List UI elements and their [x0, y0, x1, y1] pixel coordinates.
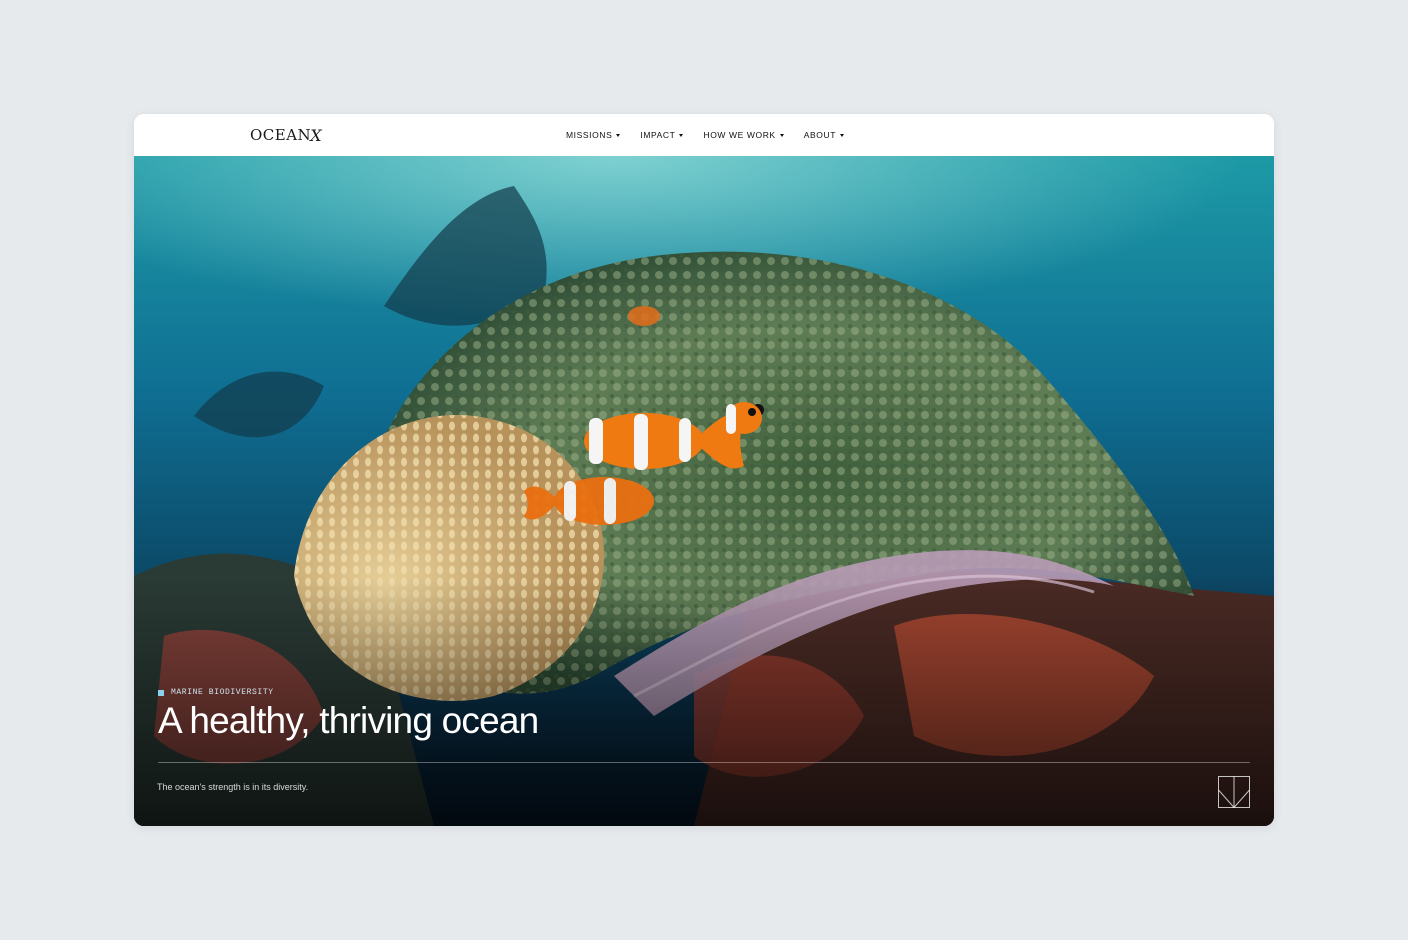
scroll-down-icon — [1218, 776, 1250, 808]
caret-down-icon — [779, 134, 784, 137]
nav-item-label: IMPACT — [640, 130, 676, 140]
nav-item-label: MISSIONS — [566, 130, 613, 140]
nav-item-how-we-work[interactable]: HOW WE WORK — [703, 130, 784, 140]
category-tag: MARINE BIODIVERSITY — [158, 688, 274, 697]
caret-down-icon — [616, 134, 621, 137]
nav-item-missions[interactable]: MISSIONS — [566, 130, 621, 140]
site-window: OCEAN X MISSIONS IMPACT HOW WE WORK ABOUT — [134, 114, 1274, 826]
nav-item-label: HOW WE WORK — [703, 130, 776, 140]
caret-down-icon — [679, 134, 684, 137]
hero-section: MARINE BIODIVERSITY A healthy, thriving … — [134, 156, 1274, 826]
logo-mark: X — [310, 125, 323, 145]
oceanx-logo[interactable]: OCEAN X — [250, 124, 322, 146]
nav-item-impact[interactable]: IMPACT — [640, 130, 684, 140]
page-background: OCEAN X MISSIONS IMPACT HOW WE WORK ABOUT — [0, 0, 1408, 940]
hero-subtitle: The ocean's strength is in its diversity… — [157, 782, 309, 792]
hero-divider — [158, 762, 1250, 763]
scroll-down-button[interactable] — [1218, 776, 1250, 808]
nav-item-about[interactable]: ABOUT — [804, 130, 844, 140]
hero-title: A healthy, thriving ocean — [158, 700, 539, 741]
top-navigation: OCEAN X MISSIONS IMPACT HOW WE WORK ABOUT — [134, 114, 1274, 156]
caret-down-icon — [839, 134, 844, 137]
category-tag-label: MARINE BIODIVERSITY — [171, 688, 274, 697]
main-menu: MISSIONS IMPACT HOW WE WORK ABOUT — [566, 114, 844, 156]
logo-text: OCEAN — [250, 126, 312, 144]
nav-item-label: ABOUT — [803, 130, 836, 140]
tag-square-icon — [158, 689, 164, 696]
